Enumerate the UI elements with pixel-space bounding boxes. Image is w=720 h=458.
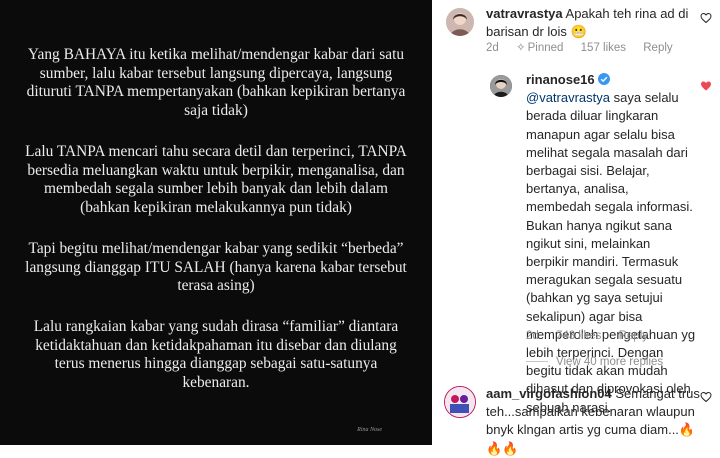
divider-line [526,361,548,363]
comments-panel: vatravrastya Apakah teh rina ad di baris… [432,0,720,456]
post-paragraph-2: Lalu TANPA mencari tahu secara detil dan… [25,143,407,216]
comment-age[interactable]: 2d [486,42,499,54]
post-credit: Rina Nose [357,427,382,433]
heart-icon[interactable] [700,12,712,24]
post-image: Yang BAHAYA itu ketika melihat/mendengar… [0,0,432,445]
like-count[interactable]: 157 likes [581,42,626,54]
reply-button[interactable]: Reply [643,42,672,54]
pinned-label: Pinned [527,42,564,54]
avatar[interactable] [490,75,512,97]
post-paragraph-3: Tapi begitu melihat/mendengar kabar yang… [25,240,407,295]
comment-username[interactable]: vatravrastya [486,6,563,21]
comment-meta: 2d ✧ Pinned 157 likes Reply [486,40,687,54]
like-count[interactable]: 743 likes [556,330,601,342]
fire-emoji: 🔥🔥 [486,440,519,456]
comment-mention[interactable]: @vatravrastya [526,90,610,105]
post-paragraph-1: Yang BAHAYA itu ketika melihat/mendengar… [26,46,406,119]
reply-button[interactable]: Reply [619,330,648,342]
comment-3: aam_virgofashion04 Semangat trus teh...s… [486,385,702,458]
avatar[interactable] [446,8,474,36]
avatar[interactable] [444,386,476,418]
comment-username[interactable]: aam_virgofashion04 [486,386,612,401]
comment-meta: 2d 743 likes Reply [526,330,662,342]
pin-icon: ✧ [516,42,526,54]
fire-emoji: 🔥 [678,422,696,438]
comment-username[interactable]: rinanose16 [526,72,595,87]
comment-1: vatravrastya Apakah teh rina ad di baris… [486,5,700,41]
verified-badge-icon [598,73,611,85]
view-more-label[interactable]: View 40 more replies [556,356,663,368]
comment-age[interactable]: 2d [526,330,539,342]
view-more-replies[interactable]: View 40 more replies [526,356,663,368]
heart-icon[interactable] [700,80,712,92]
post-paragraph-4: Lalu rangkaian kabar yang sudah dirasa “… [33,318,399,391]
heart-icon[interactable] [700,391,712,403]
grimace-emoji: 😬 [570,24,587,40]
